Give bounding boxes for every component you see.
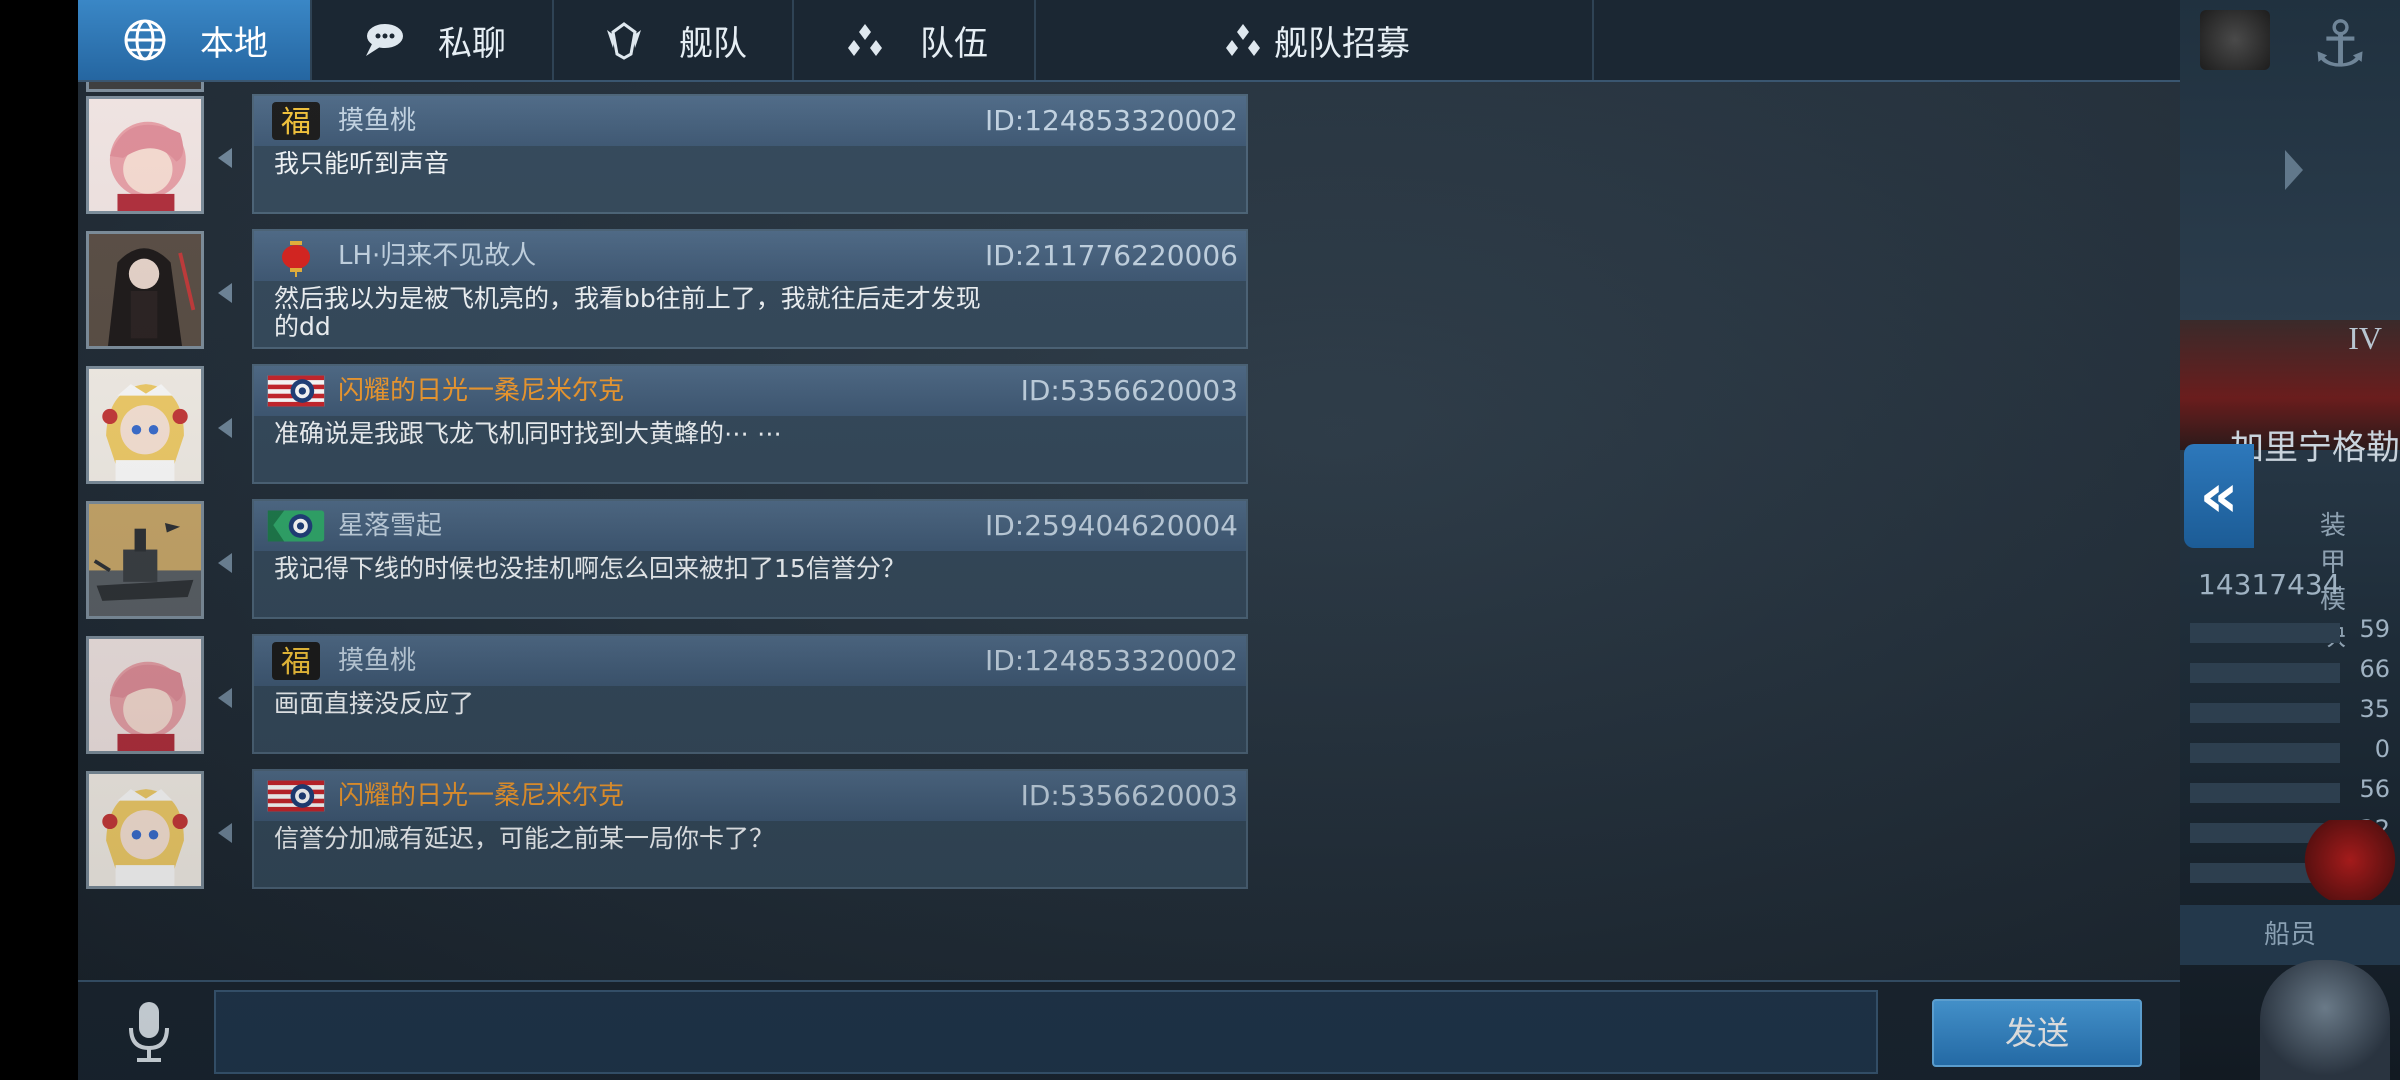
message-bubble[interactable]: 福 摸鱼桃 ID:124853320002 我只能听到声音 <box>252 94 1248 214</box>
message-text: 信誉分加减有延迟，可能之前某一局你卡了？ <box>274 824 775 853</box>
chat-message: 星落雪起 ID:259404620004 我记得下线的时候也没挂机啊怎么回来被扣… <box>78 497 1248 621</box>
decorative-emblem <box>2300 820 2400 900</box>
anchor-icon: ⚓ <box>2311 8 2369 82</box>
avatar[interactable] <box>86 636 204 754</box>
fu-badge-icon: 福 <box>266 640 326 682</box>
message-bubble[interactable]: 福 摸鱼桃 ID:124853320002 画面直接没反应了 <box>252 634 1248 754</box>
message-header: 星落雪起 ID:259404620004 <box>254 501 1246 551</box>
message-input[interactable] <box>214 990 1878 1074</box>
chat-message: LH·归来不见故人 ID:211776220006 然后我以为是被飞机亮的，我看… <box>78 227 1248 351</box>
chat-message: 福 摸鱼桃 ID:124853320002 我只能听到声音 <box>78 92 1248 216</box>
stat-row: 0 <box>2180 735 2400 769</box>
collapse-chat-button[interactable]: « <box>2184 444 2254 548</box>
avatar[interactable] <box>86 771 204 889</box>
bubble-pointer <box>218 418 232 438</box>
team-dots-icon <box>1218 15 1268 65</box>
player-number: 14317434 <box>2198 568 2341 601</box>
message-bubble[interactable]: LH·归来不见故人 ID:211776220006 然后我以为是被飞机亮的，我看… <box>252 229 1248 349</box>
stat-row: 35 <box>2180 695 2400 729</box>
avatar[interactable] <box>86 366 204 484</box>
sender-name[interactable]: 摸鱼桃 <box>338 636 416 686</box>
sender-id: ID:259404620004 <box>984 509 1238 542</box>
fu-badge-icon: 福 <box>266 100 326 142</box>
svg-text:福: 福 <box>281 645 311 680</box>
chat-message: 闪耀的日光一桑尼米尔克 ID:5356620003 信誉分加减有延迟，可能之前某… <box>78 767 1248 891</box>
team-dots-icon <box>840 15 890 65</box>
tab-fleet-recruit[interactable]: 舰队招募 <box>1036 0 1594 80</box>
tab-private-label: 私聊 <box>438 23 506 64</box>
tab-private[interactable]: 私聊 <box>312 0 554 80</box>
tab-team[interactable]: 队伍 <box>794 0 1036 80</box>
ship-thumbnail <box>2200 10 2270 70</box>
captain-portrait <box>2260 960 2390 1080</box>
fleet-emblem-icon <box>599 15 649 65</box>
message-header: 福 摸鱼桃 ID:124853320002 <box>254 636 1246 686</box>
stat-row: 56 <box>2180 775 2400 809</box>
tab-local[interactable]: 本地 <box>78 0 312 80</box>
message-bubble[interactable]: 闪耀的日光一桑尼米尔克 ID:5356620003 准确说是我跟飞龙飞机同时找到… <box>252 364 1248 484</box>
bubble-pointer <box>218 553 232 573</box>
ship-name: 加里宁格勒 <box>2230 428 2400 468</box>
sender-id: ID:124853320002 <box>984 644 1238 677</box>
message-header: 福 摸鱼桃 ID:124853320002 <box>254 96 1246 146</box>
message-text: 我只能听到声音 <box>274 149 450 178</box>
flag-badge-icon <box>266 370 326 412</box>
chat-message: 闪耀的日光一桑尼米尔克 ID:5356620003 准确说是我跟飞龙飞机同时找到… <box>78 362 1248 486</box>
message-text: 然后我以为是被飞机亮的，我看bb往前上了，我就往后走才发现 的dd <box>274 284 981 341</box>
green-emblem-badge-icon <box>266 505 326 547</box>
bubble-pointer <box>218 283 232 303</box>
stat-row: 66 <box>2180 655 2400 689</box>
tab-fleet[interactable]: 舰队 <box>554 0 794 80</box>
message-text: 我记得下线的时候也没挂机啊怎么回来被扣了15信誉分？ <box>274 554 906 583</box>
tab-team-label: 队伍 <box>920 23 988 64</box>
chat-tab-bar: 本地 私聊 舰队 队伍 舰队招募 <box>78 0 2180 82</box>
sender-name[interactable]: LH·归来不见故人 <box>338 231 536 281</box>
sender-id: ID:211776220006 <box>984 239 1238 272</box>
message-header: 闪耀的日光一桑尼米尔克 ID:5356620003 <box>254 366 1246 416</box>
double-chevron-left-icon: « <box>2199 461 2239 531</box>
arrow-right-icon <box>2285 150 2303 190</box>
tab-local-label: 本地 <box>200 23 268 64</box>
sender-name[interactable]: 星落雪起 <box>338 501 442 551</box>
message-bubble[interactable]: 星落雪起 ID:259404620004 我记得下线的时候也没挂机啊怎么回来被扣… <box>252 499 1248 619</box>
sender-id: ID:5356620003 <box>1020 779 1238 812</box>
sender-name[interactable]: 闪耀的日光一桑尼米尔克 <box>338 771 624 821</box>
ship-tier: IV <box>2348 320 2382 356</box>
stat-row: 59 <box>2180 615 2400 649</box>
tab-fleet-recruit-label: 舰队招募 <box>1274 23 1410 64</box>
sender-id: ID:5356620003 <box>1020 374 1238 407</box>
chat-message: 福 摸鱼桃 ID:124853320002 画面直接没反应了 <box>78 632 1248 756</box>
sender-name[interactable]: 摸鱼桃 <box>338 96 416 146</box>
bubble-pointer <box>218 148 232 168</box>
crew-button[interactable]: 船员 <box>2180 905 2400 965</box>
avatar[interactable] <box>86 96 204 214</box>
avatar[interactable] <box>86 231 204 349</box>
microphone-icon[interactable] <box>116 996 182 1068</box>
sender-id: ID:124853320002 <box>984 104 1238 137</box>
flag-badge-icon <box>266 775 326 817</box>
send-button[interactable]: 发送 <box>1932 999 2142 1067</box>
avatar[interactable] <box>86 501 204 619</box>
chat-window: 本地 私聊 舰队 队伍 舰队招募 福 摸鱼桃 ID:124853320002 我… <box>78 0 2180 1080</box>
bubble-pointer <box>218 823 232 843</box>
message-header: 闪耀的日光一桑尼米尔克 ID:5356620003 <box>254 771 1246 821</box>
message-bubble[interactable]: 闪耀的日光一桑尼米尔克 ID:5356620003 信誉分加减有延迟，可能之前某… <box>252 769 1248 889</box>
lantern-badge-icon <box>266 235 326 277</box>
tab-fleet-label: 舰队 <box>679 23 747 64</box>
game-screen: ⚓ IV 加里宁格勒 装甲 模块 14317434 59 66 35 0 56 … <box>0 0 2400 1080</box>
sender-name[interactable]: 闪耀的日光一桑尼米尔克 <box>338 366 624 416</box>
speech-bubble-icon <box>358 15 408 65</box>
message-header: LH·归来不见故人 ID:211776220006 <box>254 231 1246 281</box>
globe-icon <box>120 15 170 65</box>
chat-input-bar: 发送 <box>78 980 2180 1080</box>
bubble-pointer <box>218 688 232 708</box>
message-text: 画面直接没反应了 <box>274 689 475 718</box>
message-text: 准确说是我跟飞龙飞机同时找到大黄蜂的⋯ ⋯ <box>274 419 782 448</box>
svg-text:福: 福 <box>281 105 311 140</box>
